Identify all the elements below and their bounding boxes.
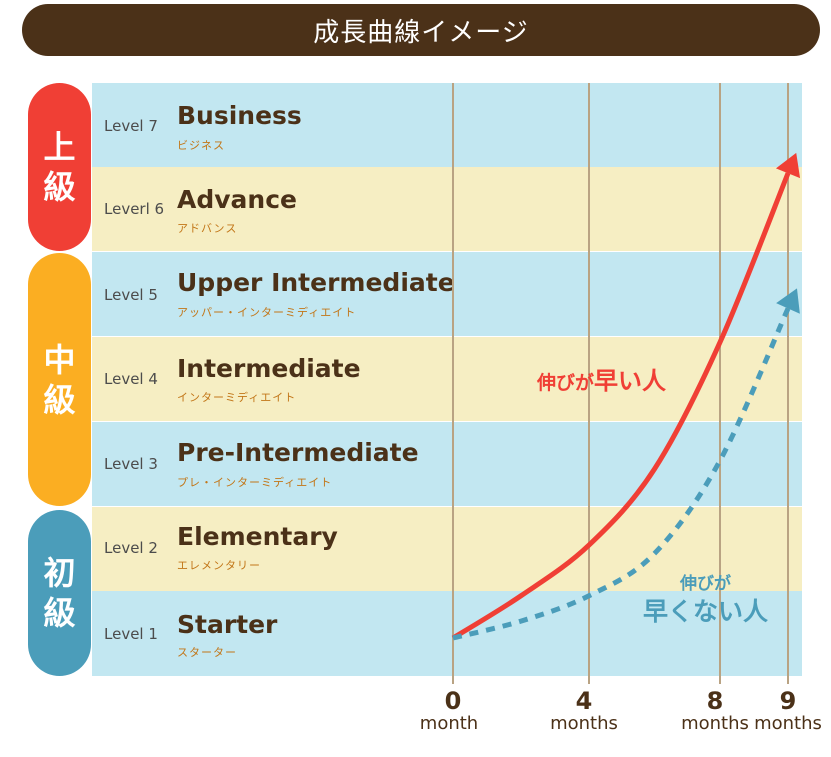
- slow-growth-curve: [452, 307, 791, 641]
- fast-label-small: 伸びが: [537, 372, 595, 394]
- x-tick-value: 4: [575, 687, 593, 715]
- x-tick-value: 9: [779, 687, 797, 715]
- x-tick-value: 8: [706, 687, 724, 715]
- x-tick-unit: months: [550, 713, 618, 734]
- x-tick-unit: months: [754, 713, 822, 734]
- slow-learner-label-line2: 早くない人: [643, 597, 769, 626]
- fast-growth-curve: [451, 172, 791, 641]
- fast-label-big: 早い人: [594, 367, 667, 395]
- slow-learner-label-line1: 伸びが: [680, 574, 731, 594]
- x-tick-unit: month: [419, 713, 479, 734]
- x-tick-value: 0: [444, 687, 462, 715]
- fast-learner-label: 伸びが早い人: [537, 361, 666, 396]
- growth-chart: [451, 83, 801, 684]
